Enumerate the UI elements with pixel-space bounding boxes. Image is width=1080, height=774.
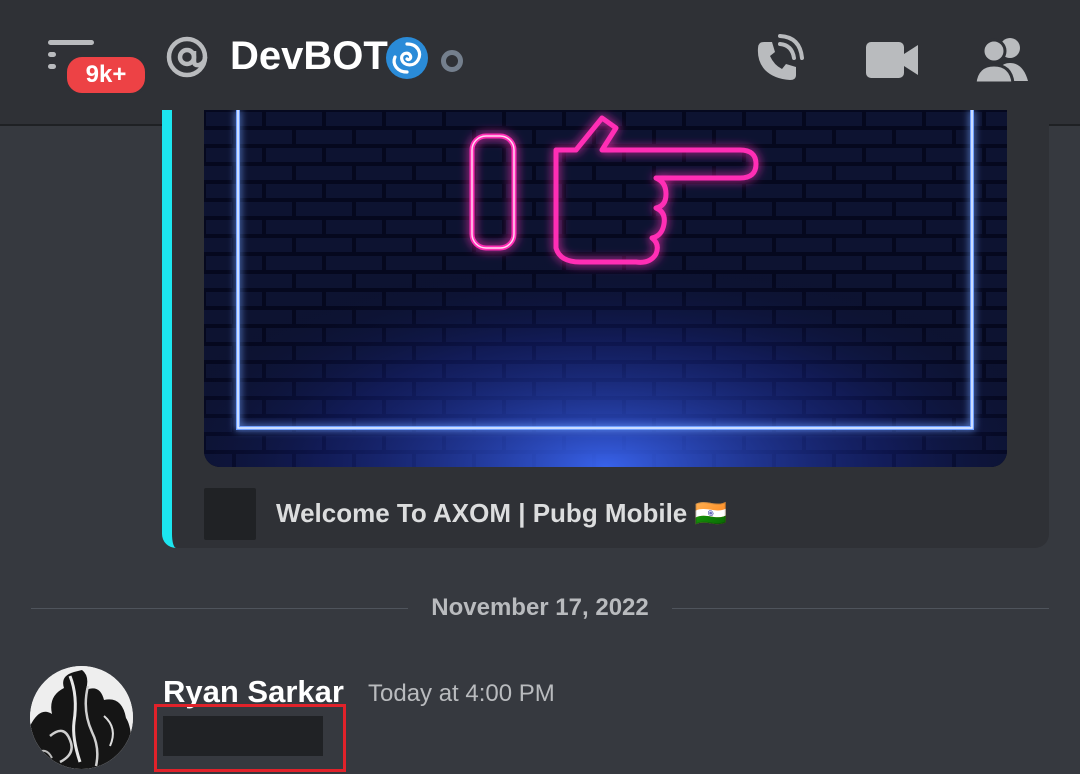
embed-footer-icon [204,488,256,540]
date-divider-line [672,608,1049,609]
at-sign-icon [164,34,210,80]
unread-badge: 9k+ [64,54,148,96]
voice-call-button[interactable] [748,30,808,90]
cyclone-emoji-icon [385,36,429,80]
embed-footer-text: Welcome To AXOM | Pubg Mobile 🇮🇳 [276,498,727,528]
message-embed: Welcome To AXOM | Pubg Mobile 🇮🇳 [162,110,1049,548]
video-camera-icon [866,42,918,78]
members-icon [973,38,1028,85]
phone-call-icon [757,34,804,80]
date-divider-line [31,608,408,609]
avatar[interactable] [30,666,133,769]
offline-status-icon [441,50,463,72]
date-divider: November 17, 2022 [431,594,649,621]
video-call-button[interactable] [862,30,922,90]
embed-image[interactable] [204,110,1007,467]
members-list-button[interactable] [972,30,1032,90]
message-timestamp: Today at 4:00 PM [368,680,555,707]
channel-title: DevBOT [230,34,388,78]
highlight-annotation [154,704,346,772]
channel-header: 9k+ DevBOT [0,0,1080,126]
